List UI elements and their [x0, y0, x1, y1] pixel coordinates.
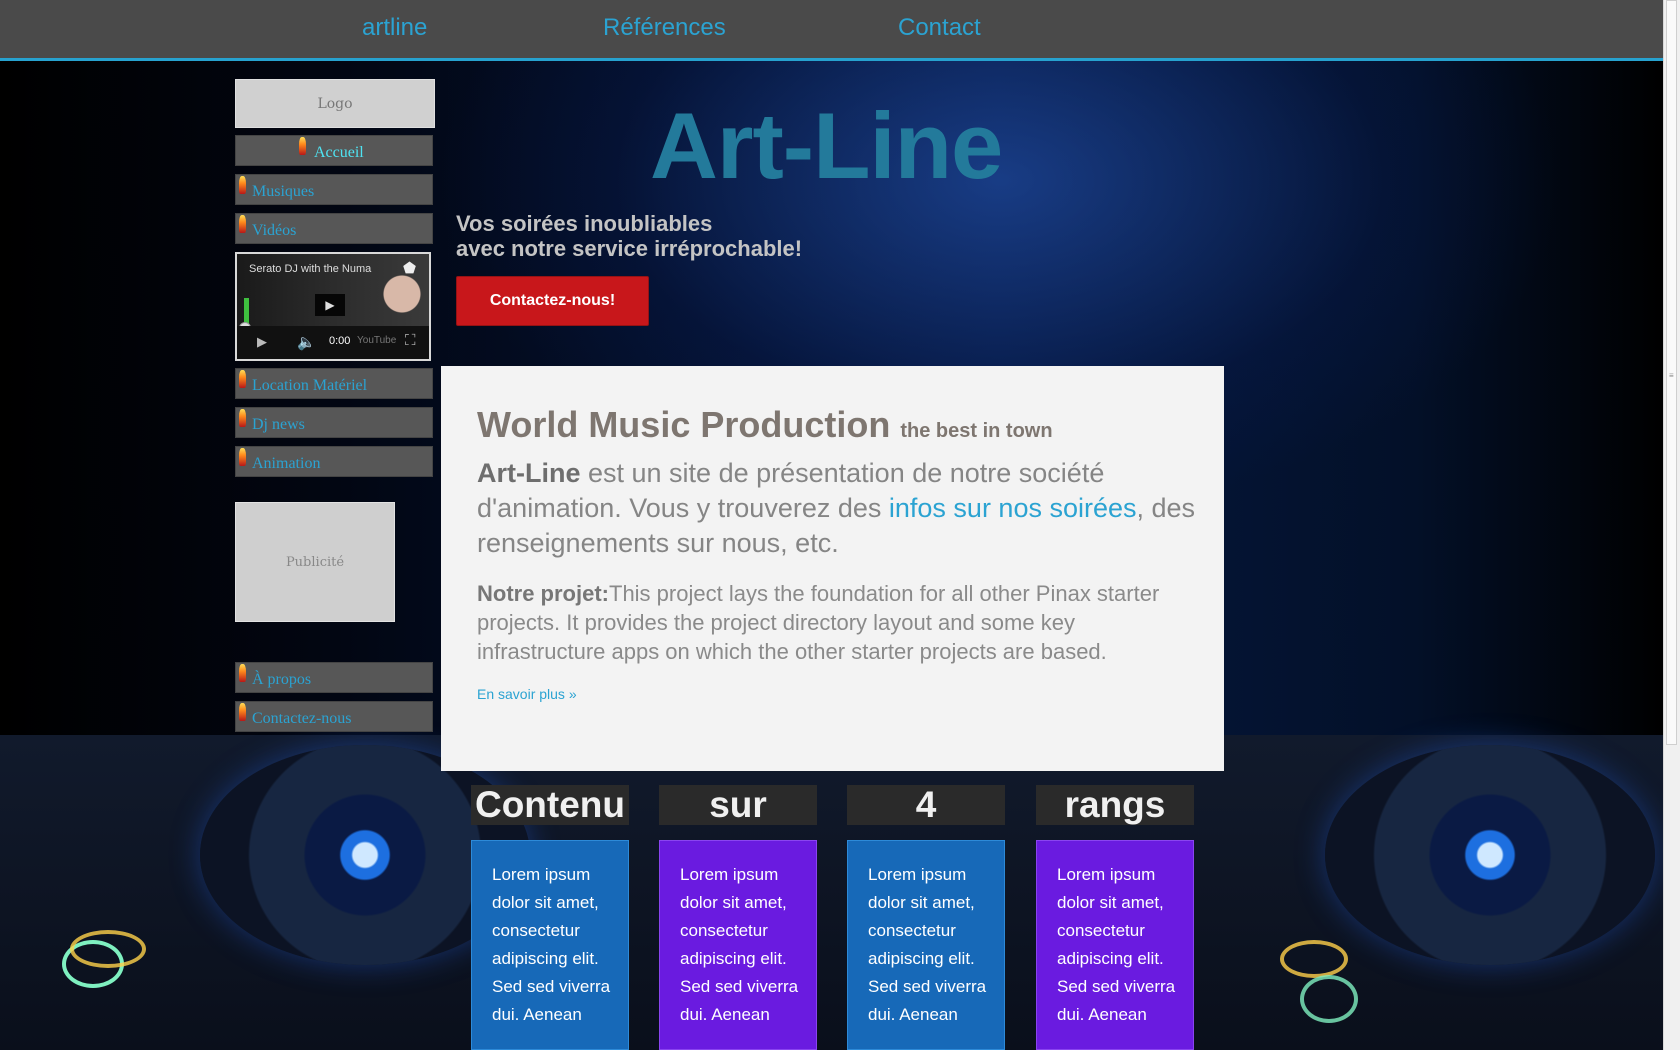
- sidebar-item-animation[interactable]: Animation: [235, 446, 433, 477]
- sidebar-item-label: Location Matériel: [252, 377, 368, 394]
- column-body-4: Lorem ipsum dolor sit amet, consectetur …: [1036, 840, 1194, 1050]
- panel-heading-tagline: the best in town: [900, 420, 1053, 442]
- hero-subtitle: Vos soirées inoubliables avec notre serv…: [456, 211, 802, 261]
- soirees-info-link[interactable]: infos sur nos soirées: [889, 493, 1137, 523]
- column-body-3: Lorem ipsum dolor sit amet, consectetur …: [847, 840, 1005, 1050]
- volume-icon[interactable]: 🔈: [297, 333, 316, 351]
- fullscreen-icon[interactable]: ⛶: [405, 332, 416, 349]
- sidebar-item-label: Accueil: [314, 144, 364, 161]
- sidebar-item-label: Animation: [252, 455, 321, 472]
- hero-subtitle-line-2: avec notre service irréprochable!: [456, 236, 803, 261]
- sidebar-item-a-propos[interactable]: À propos: [235, 662, 433, 693]
- flame-icon: [239, 176, 246, 194]
- sidebar-item-location-materiel[interactable]: Location Matériel: [235, 368, 433, 399]
- video-controls: ▶ 🔈 0:00 YouTube ⛶: [237, 326, 429, 359]
- video-title[interactable]: Serato DJ with the Numa: [249, 263, 399, 275]
- share-icon[interactable]: ⬟: [403, 259, 416, 277]
- top-navbar: artline Références Contact: [0, 0, 1664, 61]
- flame-icon: [239, 703, 246, 721]
- logo-placeholder: Logo: [235, 79, 435, 128]
- youtube-video-player[interactable]: Serato DJ with the Numa ⬟ ▶ ▶ 🔈 0:00 You…: [235, 252, 431, 361]
- flame-icon: [239, 215, 246, 233]
- scrollbar-grip-icon: ≡: [1669, 371, 1674, 380]
- column-body-1: Lorem ipsum dolor sit amet, consectetur …: [471, 840, 629, 1050]
- intro-panel: World Music Production the best in town …: [441, 366, 1224, 771]
- sidebar-item-musiques[interactable]: Musiques: [235, 174, 433, 205]
- play-icon[interactable]: ▶: [257, 334, 267, 350]
- youtube-logo[interactable]: YouTube: [357, 335, 396, 346]
- column-heading-3: 4: [847, 785, 1005, 825]
- panel-lead-paragraph: Art-Line est un site de présentation de …: [477, 456, 1197, 561]
- panel-heading: World Music Production the best in town: [477, 404, 1053, 446]
- sidebar-item-dj-news[interactable]: Dj news: [235, 407, 433, 438]
- nav-link-artline[interactable]: artline: [362, 14, 427, 42]
- sidebar-item-label: Musiques: [252, 183, 315, 200]
- column-heading-2: sur: [659, 785, 817, 825]
- sidebar-item-accueil[interactable]: Accueil: [235, 135, 433, 166]
- vertical-scrollbar[interactable]: ≡: [1663, 0, 1680, 1050]
- big-play-icon[interactable]: ▶: [315, 294, 345, 316]
- pad-glow-decor: [1280, 940, 1348, 978]
- project-label: Notre projet:: [477, 581, 609, 606]
- nav-link-contact[interactable]: Contact: [898, 14, 981, 42]
- contact-us-button[interactable]: Contactez-nous!: [456, 276, 649, 326]
- sidebar-item-label: Vidéos: [252, 222, 297, 239]
- read-more-link[interactable]: En savoir plus »: [477, 686, 577, 702]
- sidebar-item-label: À propos: [252, 671, 312, 688]
- flame-icon: [239, 409, 246, 427]
- right-turntable-decor: [1325, 745, 1655, 965]
- sidebar-item-label: Contactez-nous: [252, 710, 352, 727]
- column-heading-4: rangs: [1036, 785, 1194, 825]
- sidebar-item-contactez-nous[interactable]: Contactez-nous: [235, 701, 433, 732]
- project-paragraph: Notre projet:This project lays the found…: [477, 579, 1197, 666]
- flame-icon: [239, 664, 246, 682]
- flame-icon: [299, 137, 306, 155]
- nav-link-references[interactable]: Références: [603, 14, 726, 42]
- column-heading-1: Contenu: [471, 785, 629, 825]
- hero-title: Art-Line: [650, 93, 1003, 198]
- volume-level-bar: [244, 298, 249, 324]
- ad-placeholder: Publicité: [235, 502, 395, 622]
- hero-subtitle-line-1: Vos soirées inoubliables: [456, 211, 713, 236]
- sidebar-item-videos[interactable]: Vidéos: [235, 213, 433, 244]
- flame-icon: [239, 448, 246, 466]
- pad-glow-decor: [70, 930, 146, 968]
- column-body-2: Lorem ipsum dolor sit amet, consectetur …: [659, 840, 817, 1050]
- sidebar-item-label: Dj news: [252, 416, 305, 433]
- pad-glow-decor: [1300, 975, 1358, 1023]
- video-time: 0:00: [329, 335, 351, 347]
- flame-icon: [239, 370, 246, 388]
- lead-brand: Art-Line: [477, 458, 581, 488]
- panel-heading-main: World Music Production: [477, 404, 891, 445]
